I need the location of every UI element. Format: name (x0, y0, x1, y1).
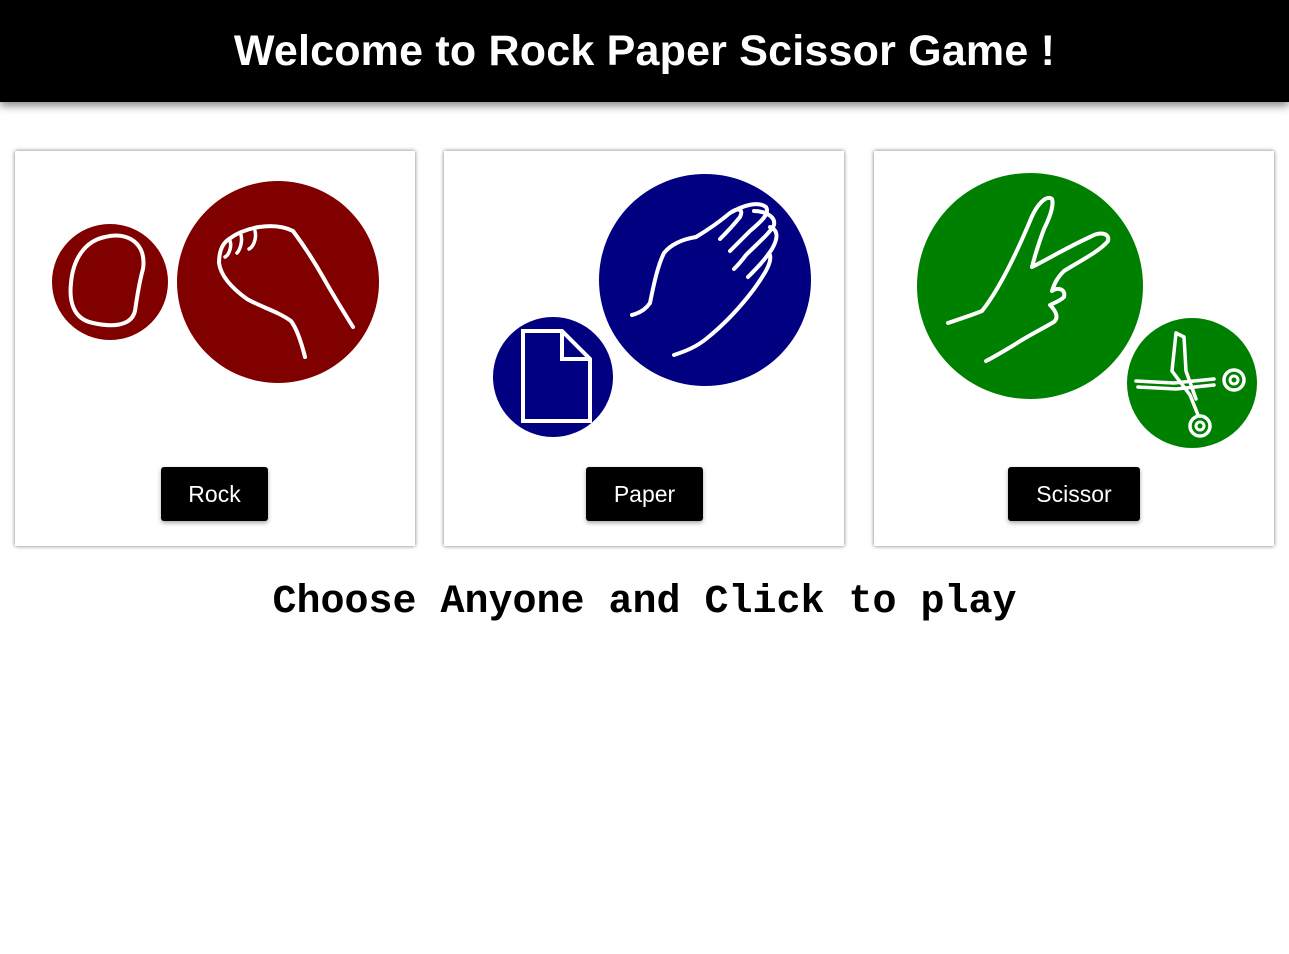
rock-card[interactable]: Rock (15, 151, 415, 546)
scissors-icon (1127, 318, 1257, 448)
header-bar: Welcome to Rock Paper Scissor Game ! (0, 0, 1289, 102)
open-hand-icon (599, 174, 811, 386)
scissor-artwork (917, 173, 1257, 448)
instruction-text: Choose Anyone and Click to play (272, 580, 1017, 625)
paper-card[interactable]: Paper (444, 151, 844, 546)
paper-artwork (493, 174, 811, 437)
fist-icon (177, 181, 379, 383)
rock-artwork (52, 181, 379, 383)
rock-icon (52, 224, 168, 340)
document-icon (493, 317, 613, 437)
paper-button[interactable]: Paper (586, 467, 703, 521)
scissor-button[interactable]: Scissor (1008, 467, 1140, 521)
scissor-card[interactable]: Scissor (874, 151, 1274, 546)
victory-hand-icon (917, 173, 1143, 399)
page-title: Welcome to Rock Paper Scissor Game ! (233, 26, 1056, 75)
rock-button[interactable]: Rock (161, 467, 268, 521)
